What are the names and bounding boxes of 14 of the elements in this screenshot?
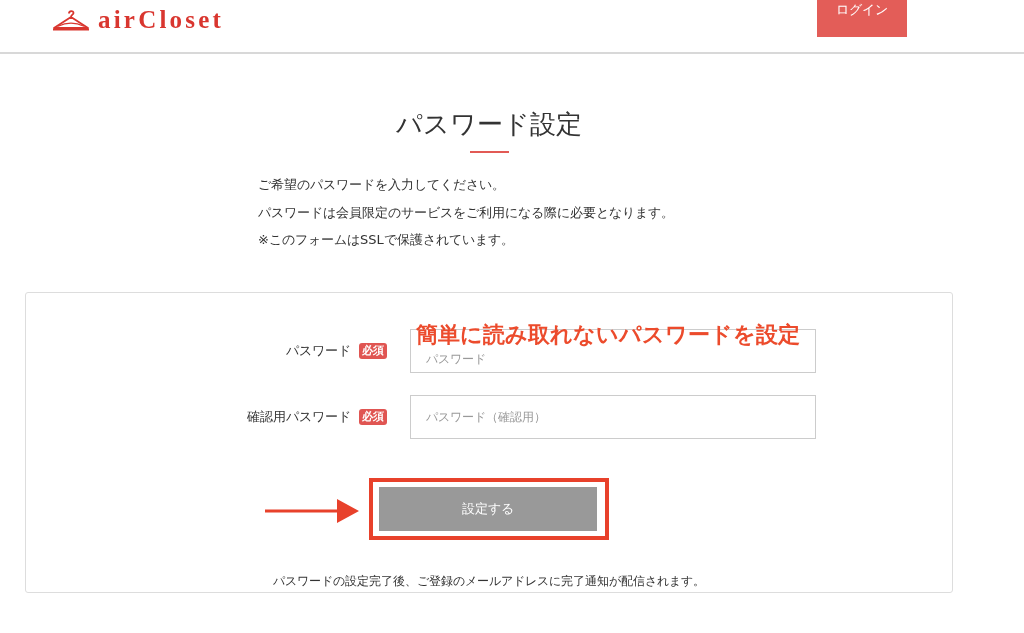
submit-button[interactable]: 設定する xyxy=(379,486,597,531)
logo-text: airCloset xyxy=(98,6,224,34)
intro-text: ご希望のパスワードを入力してください。 xyxy=(258,176,505,194)
intro-text: ※このフォームはSSLで保護されています。 xyxy=(258,231,514,249)
field-label: パスワード xyxy=(286,341,351,360)
login-button[interactable]: ログイン xyxy=(817,0,907,37)
intro-text: パスワードは会員限定のサービスをご利用になる際に必要となります。 xyxy=(258,203,674,222)
hanger-icon xyxy=(52,8,90,32)
required-badge: 必須 xyxy=(359,342,387,359)
field-label: 確認用パスワード xyxy=(247,407,351,426)
password-field[interactable]: パスワード（確認用） xyxy=(410,394,816,439)
form-note: パスワードの設定完了後、ご登録のメールアドレスに完了通知が配信されます。 xyxy=(273,572,705,589)
required-badge: 必須 xyxy=(359,408,387,425)
page-title: パスワード設定 xyxy=(396,108,582,140)
